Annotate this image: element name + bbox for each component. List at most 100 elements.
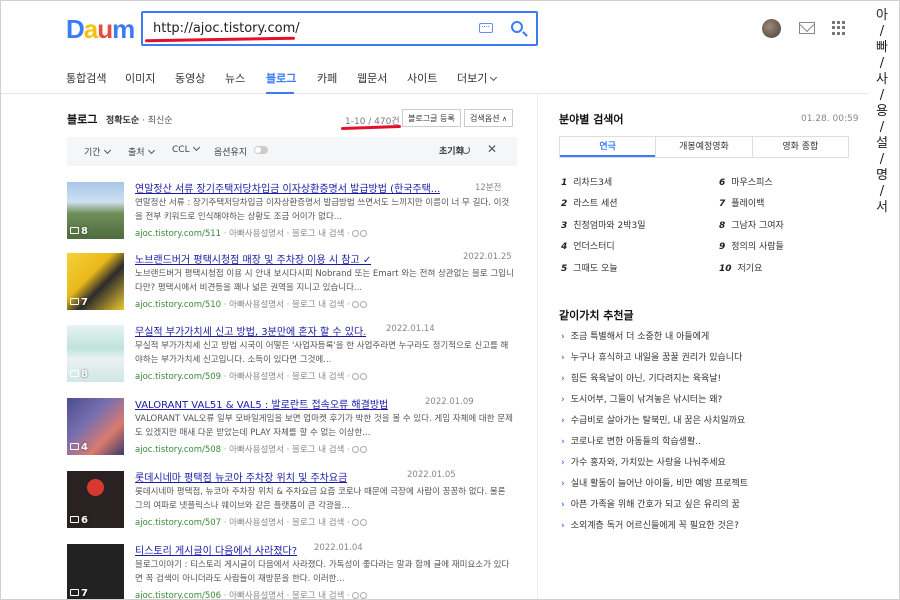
recommend-item[interactable]: 실내 활동이 늘어난 아이들, 비만 예방 프로젝트	[561, 476, 748, 489]
tab-more[interactable]: 더보기	[457, 70, 498, 86]
keep-options-toggle[interactable]	[254, 146, 268, 154]
blog-search-link[interactable]: 블로그 내 검색	[292, 518, 344, 528]
trend-keyword[interactable]: 2 라스트 세션	[561, 196, 618, 209]
trend-keyword[interactable]: 3 친정엄마와 2박3일	[561, 218, 646, 231]
tab-movies[interactable]: 영화 종합	[751, 137, 848, 157]
chevron-down-icon	[490, 73, 498, 82]
result-thumbnail[interactable]: 8	[67, 325, 124, 382]
tab-video[interactable]: 동영상	[175, 70, 205, 86]
blog-search-link[interactable]: 블로그 내 검색	[292, 372, 344, 382]
result-title[interactable]: VALORANT VAL51 & VAL5 : 발로란트 접속오류 해결방법	[135, 396, 388, 411]
tab-cafe[interactable]: 카페	[317, 70, 337, 86]
image-count-value: 8	[81, 369, 88, 380]
result-url[interactable]: ajoc.tistory.com/511	[135, 229, 221, 239]
trend-keyword[interactable]: 7 플레이백	[719, 196, 764, 209]
result-source[interactable]: 아빠사용설명서	[229, 300, 284, 310]
keep-options-label: 옵션유지	[214, 148, 248, 158]
tab-webdoc[interactable]: 웹문서	[357, 70, 387, 86]
result-date: 12분전	[475, 183, 502, 193]
tab-site[interactable]: 사이트	[407, 70, 437, 86]
daum-logo[interactable]: Daum	[66, 14, 135, 45]
result-source[interactable]: 아빠사용설명서	[229, 591, 284, 600]
share-icons[interactable]	[352, 445, 372, 454]
result-source[interactable]: 아빠사용설명서	[229, 229, 284, 239]
avatar[interactable]	[762, 19, 781, 38]
close-icon[interactable]: ✕	[487, 142, 497, 156]
recommend-item[interactable]: 가수 홍자와, 가치있는 사랑을 나눠주세요	[561, 455, 726, 468]
search-options-button[interactable]: 검색옵션 ∧	[464, 109, 514, 127]
result-title[interactable]: 무실적 부가가치세 신고 방법, 3분만에 혼자 할 수 있다.	[135, 323, 366, 338]
result-thumbnail[interactable]: 4	[67, 398, 124, 455]
share-icons[interactable]	[352, 518, 372, 527]
blog-search-link[interactable]: 블로그 내 검색	[292, 445, 344, 455]
blog-search-link[interactable]: 블로그 내 검색	[292, 229, 344, 239]
result-url[interactable]: ajoc.tistory.com/509	[135, 372, 221, 382]
result-source[interactable]: 아빠사용설명서	[229, 518, 284, 528]
search-input[interactable]: http://ajoc.tistory.com/	[153, 21, 300, 36]
result-thumbnail[interactable]: 7	[67, 253, 124, 310]
recommend-item[interactable]: 누구나 휴식하고 내일을 꿈꿀 권리가 있습니다	[561, 350, 743, 363]
vertical-char: /	[879, 152, 885, 167]
trend-keyword[interactable]: 4 언더스터디	[561, 239, 615, 252]
recommend-item[interactable]: 도시어부, 그들이 낚겨놓은 낚시터는 왜?	[561, 392, 723, 405]
result-url[interactable]: ajoc.tistory.com/508	[135, 445, 221, 455]
result-thumbnail[interactable]: 7	[67, 544, 124, 600]
trend-keyword[interactable]: 1 리차드3세	[561, 175, 612, 188]
apps-grid-icon[interactable]	[832, 21, 846, 35]
filter-period-label: 기간	[84, 148, 101, 158]
recommend-item[interactable]: 아픈 가족을 위해 간호가 되고 싶은 유리의 꿈	[561, 497, 740, 510]
filter-ccl[interactable]: CCL	[172, 143, 200, 155]
result-title[interactable]: 연말정산 서류 장기주택저당차입금 이자상환증명서 발급방법 (한국주택...	[135, 180, 440, 195]
tab-news[interactable]: 뉴스	[225, 70, 245, 86]
trend-keyword[interactable]: 6 마우스피스	[719, 175, 773, 188]
vertical-char: /	[879, 120, 885, 135]
recommend-item[interactable]: 코로나로 변한 아동들의 학습생활..	[561, 434, 701, 447]
tab-all[interactable]: 통합검색	[66, 70, 106, 86]
result-title[interactable]: 티스토리 게시글이 다음에서 사라졌다?	[135, 542, 297, 557]
tab-upcoming-movies[interactable]: 개봉예정영화	[655, 137, 751, 157]
share-icons[interactable]	[352, 591, 372, 600]
share-icons[interactable]	[352, 300, 372, 309]
tab-theater[interactable]: 연극	[560, 137, 656, 157]
recommend-item[interactable]: 소외계층 독거 어르신들에게 꼭 필요한 것은?	[561, 518, 739, 531]
share-icons[interactable]	[352, 372, 372, 381]
result-title[interactable]: 롯데시네마 평택점 뉴코아 주차장 위치 및 주차요금	[135, 469, 347, 484]
result-url[interactable]: ajoc.tistory.com/506	[135, 591, 221, 600]
tab-blog[interactable]: 블로그	[266, 70, 296, 86]
result-source[interactable]: 아빠사용설명서	[229, 445, 284, 455]
trend-rank: 6	[719, 178, 726, 188]
result-source[interactable]: 아빠사용설명서	[229, 372, 284, 382]
result-thumbnail[interactable]: 6	[67, 471, 124, 528]
result-title[interactable]: 노브랜드버거 평택시청점 매장 및 주차장 이용 시 참고 ✓	[135, 251, 371, 266]
trend-keyword-text: 마우스피스	[731, 178, 773, 188]
recommend-item[interactable]: 조금 특별해서 더 소중한 내 아들에게	[561, 329, 710, 342]
trend-keyword[interactable]: 8 그남자 그여자	[719, 218, 784, 231]
result-thumbnail[interactable]: 8	[67, 182, 124, 239]
result-date: 2022.01.25	[463, 252, 512, 262]
blog-search-link[interactable]: 블로그 내 검색	[292, 591, 344, 600]
keyboard-icon[interactable]	[479, 23, 493, 33]
trend-keyword[interactable]: 10 저기요	[719, 261, 762, 274]
result-url[interactable]: ajoc.tistory.com/507	[135, 518, 221, 528]
blog-search-link[interactable]: 블로그 내 검색	[292, 300, 344, 310]
reset-button[interactable]: 초기화	[439, 144, 464, 157]
trend-keyword[interactable]: 5 그때도 오늘	[561, 261, 618, 274]
register-blog-button[interactable]: 블로그글 등록	[402, 109, 461, 127]
recommend-item[interactable]: 힘든 육육날이 아닌, 기다려지는 육육날!	[561, 371, 721, 384]
filter-source[interactable]: 출처	[128, 145, 155, 158]
lotte-logo-mark	[87, 479, 104, 496]
filter-period[interactable]: 기간	[84, 145, 111, 158]
search-icon[interactable]	[511, 21, 523, 33]
tab-image[interactable]: 이미지	[125, 70, 155, 86]
share-icons[interactable]	[352, 229, 372, 238]
mail-icon[interactable]	[799, 22, 815, 34]
sort-latest[interactable]: 최신순	[148, 116, 173, 126]
refresh-icon[interactable]	[462, 146, 470, 154]
search-box[interactable]: http://ajoc.tistory.com/	[141, 11, 538, 46]
recommend-item[interactable]: 수급비로 살아가는 탈북민, 내 꿈은 사치일까요	[561, 413, 746, 426]
trend-keyword[interactable]: 9 정의의 사람들	[719, 239, 784, 252]
trend-keyword-text: 플레이백	[731, 199, 765, 209]
sort-accuracy[interactable]: 정확도순	[106, 116, 139, 126]
filter-source-label: 출처	[128, 148, 145, 158]
result-url[interactable]: ajoc.tistory.com/510	[135, 300, 221, 310]
